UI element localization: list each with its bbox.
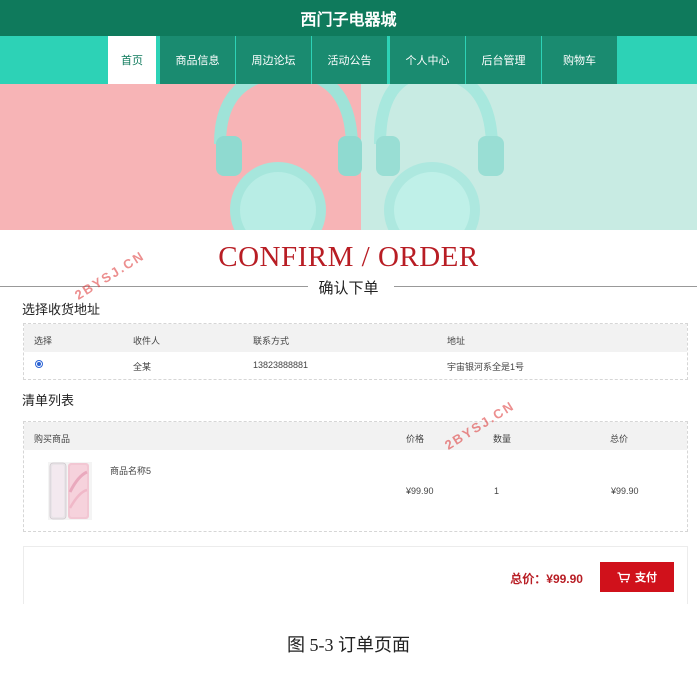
nav-cart[interactable]: 购物车 — [542, 36, 617, 84]
nav-admin[interactable]: 后台管理 — [466, 36, 541, 84]
address-table-header: 选择 收件人 联系方式 地址 — [24, 324, 687, 352]
figure-caption: 图 5-3 订单页面 — [287, 635, 410, 655]
nav-announcements[interactable]: 活动公告 — [312, 36, 387, 84]
product-quantity: 1 — [494, 486, 500, 496]
contact-phone: 13823888881 — [253, 360, 309, 370]
nav-forum[interactable]: 周边论坛 — [236, 36, 311, 84]
site-title: 西门子电器城 — [300, 12, 397, 29]
nav-home[interactable]: 首页 — [108, 36, 156, 84]
pay-button-label: 支付 — [635, 572, 657, 584]
pay-button[interactable]: 支付 — [600, 562, 674, 592]
address-table: 选择 收件人 联系方式 地址 全某 13823888881 宇宙银河系全是1号 — [23, 323, 688, 380]
header-price: 价格 — [406, 434, 425, 444]
site-header: 西门子电器城 — [0, 0, 697, 36]
cart-icon — [617, 571, 630, 583]
order-table: 购买商品 价格 数量 总价 商品名称5 ¥99.90 1 ¥99.90 — [23, 421, 688, 532]
address-radio[interactable] — [35, 360, 43, 368]
header-contact: 联系方式 — [253, 336, 290, 346]
total-price: 总价：¥99.90 — [510, 572, 583, 586]
address-section-title: 选择收货地址 — [22, 302, 101, 317]
product-subtotal: ¥99.90 — [611, 486, 639, 496]
header-product: 购买商品 — [34, 434, 71, 444]
product-price: ¥99.90 — [406, 486, 434, 496]
header-recipient: 收件人 — [133, 336, 161, 346]
main-nav: 首页 商品信息 周边论坛 活动公告 个人中心 后台管理 购物车 — [0, 36, 697, 84]
recipient-name: 全某 — [133, 362, 152, 372]
product-name[interactable]: 商品名称5 — [110, 464, 151, 477]
banner-image — [0, 84, 697, 230]
header-address: 地址 — [447, 336, 466, 346]
order-table-header: 购买商品 价格 数量 总价 — [24, 422, 687, 450]
order-list-title: 清单列表 — [22, 393, 75, 408]
order-row: 商品名称5 ¥99.90 1 ¥99.90 — [24, 450, 687, 531]
address-text: 宇宙银河系全是1号 — [447, 362, 525, 372]
header-subtotal: 总价 — [610, 434, 629, 444]
nav-profile[interactable]: 个人中心 — [390, 36, 465, 84]
header-quantity: 数量 — [493, 434, 512, 444]
header-select: 选择 — [34, 336, 53, 346]
product-image[interactable] — [48, 462, 92, 520]
nav-products[interactable]: 商品信息 — [160, 36, 235, 84]
payment-bar: 总价：¥99.90 支付 — [23, 546, 688, 604]
